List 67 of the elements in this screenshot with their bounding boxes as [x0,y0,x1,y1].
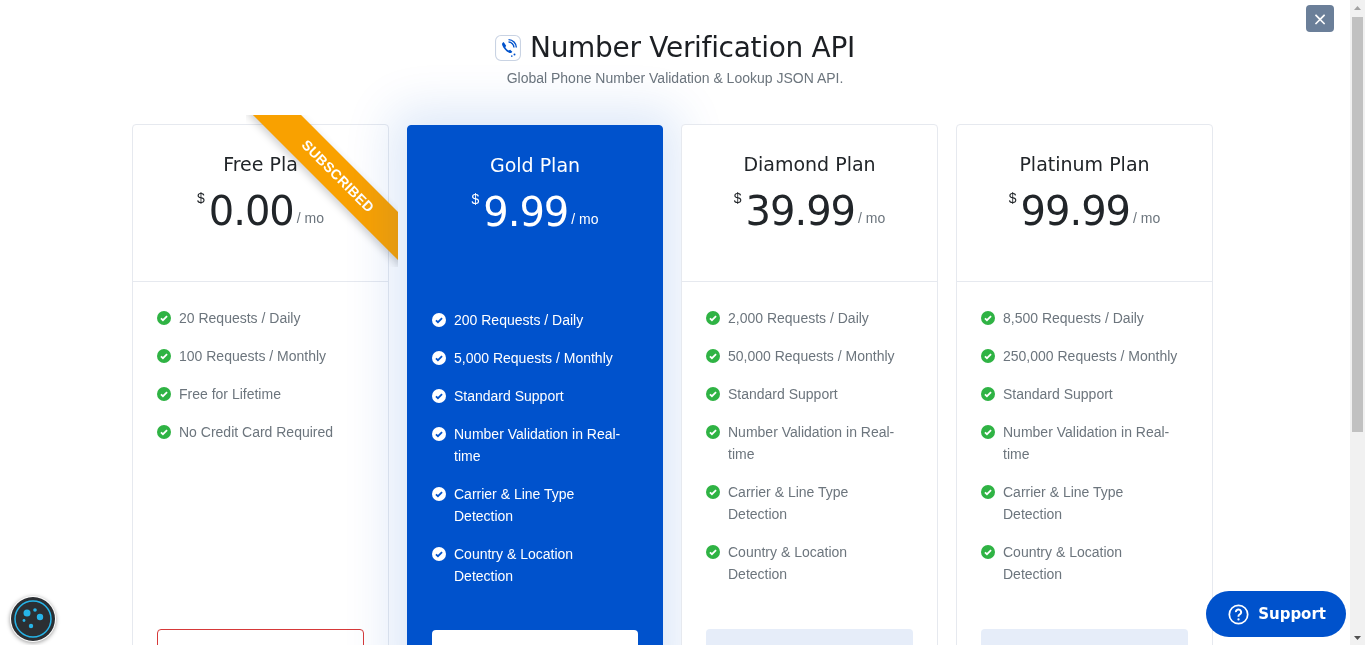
check-icon [981,425,995,439]
plan-name: Free Pla [223,152,298,177]
check-icon [706,349,720,363]
check-icon [432,547,446,561]
check-icon [157,387,171,401]
plan-name: Diamond Plan [743,152,876,177]
check-icon [706,425,720,439]
check-icon [706,485,720,499]
feature-text: 50,000 Requests / Monthly [728,347,896,366]
currency-sign: $ [471,191,480,207]
check-icon [432,313,446,327]
price-period: / mo [571,211,599,227]
feature-text: Number Validation in Real-time [1003,423,1171,464]
price: 0.00 [208,188,294,234]
feature-text: Standard Support [1003,385,1114,404]
price-period: / mo [1133,210,1161,226]
check-icon [432,351,446,365]
feature-text: 5,000 Requests / Monthly [454,349,614,368]
check-icon [432,427,446,441]
feature-text: Number Validation in Real-time [728,423,896,464]
feature-text: 250,000 Requests / Monthly [1003,347,1179,366]
feature-text: 8,500 Requests / Daily [1003,309,1145,328]
check-icon [706,545,720,559]
feature-text: Standard Support [728,385,839,404]
plan-name: Platinum Plan [1019,152,1150,177]
check-icon [981,349,995,363]
currency-sign: $ [1008,190,1017,206]
plan-name: Gold Plan [489,153,581,178]
accessibility-widget-icon [10,596,56,642]
feature-text: 200 Requests / Daily [454,311,585,330]
price: 99.99 [1020,188,1131,234]
feature-text: 2,000 Requests / Daily [728,309,870,328]
check-icon [157,425,171,439]
price-period: / mo [296,210,325,226]
check-icon [432,389,446,403]
feature-text: Standard Support [454,387,565,406]
feature-text: Number Validation in Real-time [454,425,622,466]
feature-text: Carrier & Line Type Detection [1003,483,1125,524]
check-icon [157,349,171,363]
feature-text: Carrier & Line Type Detection [454,485,576,526]
feature-text: Free for Lifetime [179,385,282,404]
currency-sign: $ [196,190,205,206]
check-icon [981,311,995,325]
currency-sign: $ [733,190,742,206]
price-period: / mo [858,210,886,226]
help-icon [1228,603,1250,625]
feature-text: 100 Requests / Monthly [179,347,328,366]
check-icon [706,311,720,325]
support-button[interactable]: Support [1206,591,1346,637]
page-subtitle: Global Phone Number Validation & Lookup JSON API. [506,70,844,86]
close-button[interactable]: × [1306,5,1334,32]
check-icon [981,545,995,559]
page-title: Number Verification API [530,30,855,66]
check-icon [981,485,995,499]
check-icon [981,387,995,401]
feature-text: Carrier & Line Type Detection [728,483,850,524]
check-icon [157,311,171,325]
feature-text: 20 Requests / Daily [179,309,302,328]
price: 39.99 [745,188,856,234]
check-icon [706,387,720,401]
price: 9.99 [483,189,569,235]
feature-text: Country & Location Detection [1003,543,1124,584]
feature-text: Country & Location Detection [454,545,575,586]
feature-text: Country & Location Detection [728,543,849,584]
feature-text: No Credit Card Required [179,423,335,442]
check-icon [432,487,446,501]
phone-logo-icon [495,35,521,61]
